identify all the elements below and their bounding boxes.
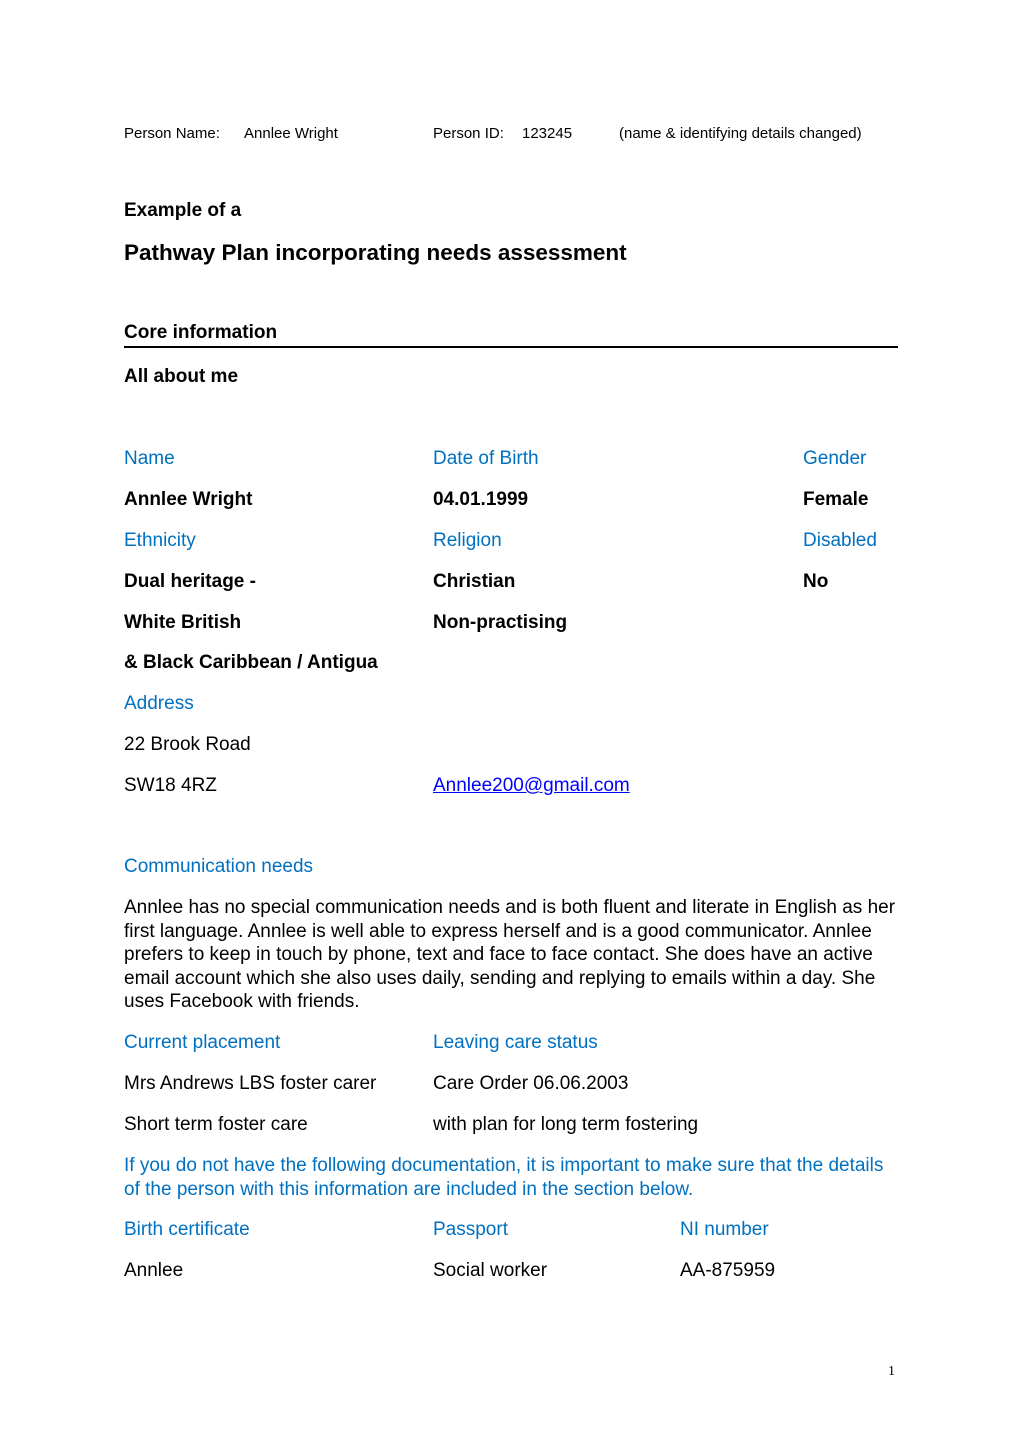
leaving-care-status-label: Leaving care status [433, 1032, 598, 1053]
section-divider [124, 346, 898, 348]
ni-number-value: AA-875959 [680, 1260, 776, 1281]
person-id: 123245 [522, 125, 573, 142]
section-heading: Core information [124, 322, 278, 343]
ethnicity-line: White British [124, 612, 242, 633]
dob-value: 04.01.1999 [433, 489, 529, 510]
dob-label: Date of Birth [433, 448, 539, 469]
birth-certificate-label: Birth certificate [124, 1219, 250, 1240]
ethnicity-label: Ethnicity [124, 530, 196, 551]
address-label: Address [124, 693, 194, 714]
disabled-value: No [803, 571, 829, 592]
disabled-label: Disabled [803, 530, 877, 551]
address-line: SW18 4RZ [124, 775, 217, 796]
gender-value: Female [803, 489, 869, 510]
documentation-note: If you do not have the following documen… [124, 1155, 884, 1200]
religion-label: Religion [433, 530, 502, 551]
person-name: Annlee Wright [244, 125, 338, 142]
gender-label: Gender [803, 448, 867, 469]
current-placement-line: Short term foster care [124, 1114, 308, 1135]
passport-value: Social worker [433, 1260, 548, 1281]
ethnicity-line: & Black Caribbean / Antigua [124, 652, 378, 673]
page-title: Pathway Plan incorporating needs assessm… [124, 240, 627, 265]
ethnicity-line: Dual heritage - [124, 571, 256, 592]
name-label: Name [124, 448, 175, 469]
current-placement-label: Current placement [124, 1032, 281, 1053]
current-placement-line: Mrs Andrews LBS foster carer [124, 1073, 377, 1094]
section-subheading: All about me [124, 366, 239, 387]
page-number: 1 [888, 1364, 895, 1379]
birth-certificate-value: Annlee [124, 1260, 184, 1281]
person-id-label: Person ID: [433, 125, 504, 142]
religion-line: Christian [433, 571, 516, 592]
leaving-care-status-line: Care Order 06.06.2003 [433, 1073, 629, 1094]
person-name-label: Person Name: [124, 125, 220, 142]
communication-text: Annlee has no special communication need… [124, 897, 896, 1012]
passport-label: Passport [433, 1219, 508, 1240]
ni-number-label: NI number [680, 1219, 769, 1240]
communication-label: Communication needs [124, 856, 314, 877]
leaving-care-status-line: with plan for long term fostering [433, 1114, 699, 1135]
email-link[interactable]: Annlee200@gmail.com [433, 775, 630, 797]
religion-line: Non-practising [433, 612, 568, 633]
title-pre: Example of a [124, 200, 242, 221]
address-line: 22 Brook Road [124, 734, 251, 755]
name-value: Annlee Wright [124, 489, 253, 510]
privacy-note: (name & identifying details changed) [619, 125, 862, 142]
